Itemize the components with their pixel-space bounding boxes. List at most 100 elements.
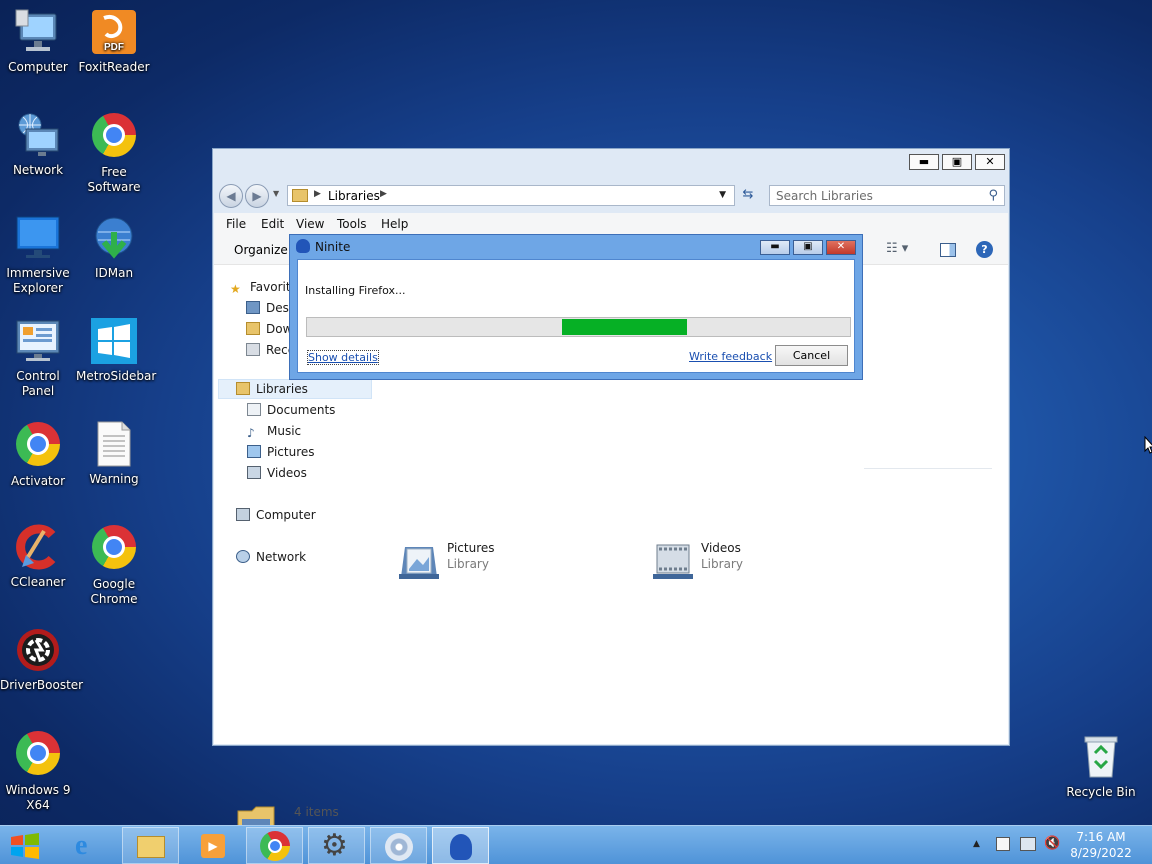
minimize-button[interactable]: ▬ [909,154,939,170]
taskbar-disc-app[interactable] [370,827,427,864]
menu-help[interactable]: Help [381,217,408,231]
nav-computer[interactable]: Computer [236,508,316,522]
desktop-icon-driverbooster[interactable]: DriverBooster [0,626,83,693]
menu-tools[interactable]: Tools [337,217,367,231]
nav-videos[interactable]: Videos [247,466,307,480]
recent-places-icon [246,343,260,356]
preview-pane-icon[interactable] [940,243,956,257]
clock[interactable]: 7:16 AM 8/29/2022 [1068,829,1134,861]
refresh-button[interactable]: ⇆ [737,185,759,206]
desktop-icon-label: Activator [10,474,66,488]
taskbar-internet-explorer[interactable]: e [60,827,117,864]
organize-label: Organize [234,243,288,257]
taskbar-ninite[interactable] [432,827,489,864]
start-button[interactable] [8,831,42,861]
desktop-icon-label: Windows 9 X64 [5,783,71,812]
progress-fill [562,319,688,335]
nav-network[interactable]: Network [236,550,306,564]
address-bar[interactable]: ▶ Libraries ▶ ▼ [287,185,735,206]
desktop-icon-idman[interactable]: IDMan [76,214,152,281]
library-tile-videos[interactable]: Videos Library [651,541,831,581]
monitor-icon [14,214,62,262]
desktop-icon-immersive-explorer[interactable]: Immersive Explorer [0,214,76,296]
ninite-minimize-button[interactable]: ▬ [760,240,790,255]
chrome-icon [90,525,138,573]
action-center-icon[interactable] [996,837,1010,851]
ninite-maximize-button[interactable]: ▣ [793,240,823,255]
pictures-icon [247,445,261,458]
music-icon: ♪ [247,426,255,440]
chrome-icon [14,731,62,779]
desktop-icon-metrosidebar[interactable]: MetroSidebar [76,317,156,384]
organize-button[interactable]: Organize [234,243,288,257]
nav-label: Pictures [267,445,315,459]
desktop-icon-computer[interactable]: Computer [0,8,76,75]
address-dropdown-icon[interactable]: ▼ [719,190,726,200]
desktop-icon-windows-9-x64[interactable]: Windows 9 X64 [0,729,76,813]
ninite-body: Installing Firefox... Show details Write… [297,259,855,373]
desktop-icon-control-panel[interactable]: Control Panel [0,317,76,399]
forward-button[interactable]: ▶ [245,184,269,208]
back-button[interactable]: ◀ [219,184,243,208]
recent-pages-dropdown[interactable]: ▼ [273,189,279,198]
desktop-icon-label: CCleaner [10,575,66,589]
desktop-icon-foxitreader[interactable]: PDF FoxitReader [76,8,152,75]
videos-library-icon [653,544,693,579]
desktop-icon-label: IDMan [94,266,134,280]
show-details-link[interactable]: Show details [307,350,379,365]
downloads-icon [246,322,260,335]
nav-pictures[interactable]: Pictures [247,445,315,459]
desktop-icon-label: Control Panel [16,369,60,398]
library-tile-pictures[interactable]: Pictures Library [397,541,577,581]
network-status-icon[interactable] [1020,837,1036,851]
pdf-icon: PDF [90,8,138,56]
breadcrumb-libraries[interactable]: Libraries [328,189,380,203]
desktop-icon-recycle-bin[interactable]: Recycle Bin [1063,733,1139,800]
desktop-icon-ccleaner[interactable]: CCleaner [0,523,76,590]
desktop-icon-label: Warning [89,472,139,486]
nav-music[interactable]: ♪ Music [247,424,301,440]
internet-explorer-icon: e [75,830,88,861]
help-icon[interactable]: ? [976,241,993,258]
desktop-icon-google-chrome[interactable]: Google Chrome [76,523,152,607]
taskbar-settings[interactable]: ⚙ [308,827,365,864]
desktop-icon-warning[interactable]: Warning [76,420,152,487]
cancel-button[interactable]: Cancel [775,345,848,366]
chrome-icon [260,831,290,861]
nav-documents[interactable]: Documents [247,403,335,417]
show-hidden-icons-button[interactable]: ▲ [973,839,980,849]
windows-logo-icon [11,833,39,859]
nav-libraries[interactable]: Libraries [236,382,308,396]
chrome-icon [90,113,138,161]
progress-bar [306,317,851,337]
menu-file[interactable]: File [226,217,246,231]
write-feedback-link[interactable]: Write feedback [689,350,772,363]
chrome-icon [14,422,62,470]
ninite-close-button[interactable]: ✕ [826,240,856,255]
taskbar-media-player[interactable]: ▶ [184,827,241,864]
menu-edit[interactable]: Edit [261,217,284,231]
network-icon [14,111,62,159]
view-options-icon[interactable]: ☷ ▾ [886,241,908,256]
nav-label: Videos [267,466,307,480]
search-input[interactable]: Search Libraries ⚲ [769,185,1005,206]
maximize-button[interactable]: ▣ [942,154,972,170]
desktop-icon-activator[interactable]: Activator [0,420,76,489]
libraries-folder-icon [292,189,308,202]
desktop-icon-label: Computer [8,60,68,74]
windows-icon [90,317,138,365]
taskbar-chrome[interactable] [246,827,303,864]
computer-icon [14,8,62,56]
close-button[interactable]: ✕ [975,154,1005,170]
volume-muted-icon[interactable]: 🔇 [1044,836,1060,851]
taskbar-file-explorer[interactable] [122,827,179,864]
cancel-label: Cancel [792,349,831,362]
desktop-icon-network[interactable]: Network [0,111,76,178]
nav-label: Network [256,550,307,564]
install-status: Installing Firefox... [305,284,406,297]
star-icon: ★ [230,282,241,296]
menu-view[interactable]: View [296,217,324,231]
desktop-icon-free-software[interactable]: Free Software [76,111,152,195]
ninite-dialog[interactable]: Ninite ▬ ▣ ✕ Installing Firefox... Show … [289,234,863,380]
videos-icon [247,466,261,479]
